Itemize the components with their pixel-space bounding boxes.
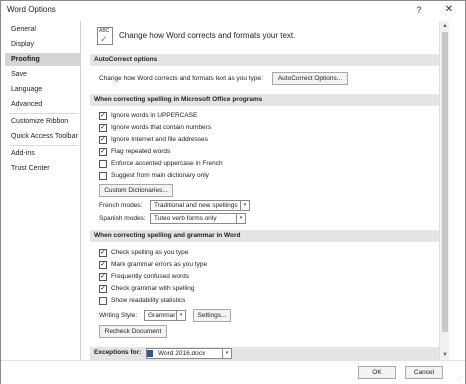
dialog-footer: OK Cancel ⋰: [1, 360, 465, 384]
checkbox[interactable]: ✓: [99, 249, 107, 257]
exceptions-label: Exceptions for:: [94, 349, 142, 356]
writing-style-value: Grammar: [148, 312, 176, 319]
custom-dictionaries-button[interactable]: Custom Dictionaries...: [99, 184, 173, 197]
scroll-up-icon[interactable]: ▲: [440, 21, 450, 31]
spanish-modes-value: Tuteo verb forms only: [154, 215, 217, 222]
sidebar-item-general[interactable]: General: [5, 23, 81, 36]
vertical-scrollbar[interactable]: ▲ ▼: [439, 21, 449, 360]
section-exceptions: Exceptions for:: [90, 347, 439, 360]
close-button[interactable]: ✕: [441, 3, 457, 17]
checkbox[interactable]: [99, 297, 107, 305]
option-label: Ignore Internet and file addresses: [111, 136, 208, 143]
ok-button[interactable]: OK: [358, 366, 396, 379]
section-office-spelling: When correcting spelling in Microsoft Of…: [90, 94, 439, 106]
resize-grip-icon[interactable]: ⋰: [457, 375, 463, 382]
window-title: Word Options: [7, 5, 56, 14]
sidebar-divider: [9, 145, 77, 146]
title-bar: Word Options ? ✕: [1, 1, 465, 19]
section-autocorrect-options: AutoCorrect options: [90, 54, 439, 66]
autocorrect-options-button[interactable]: AutoCorrect Options...: [272, 72, 348, 85]
settings-button[interactable]: Settings...: [193, 309, 231, 322]
check-icon: ✓: [100, 34, 108, 44]
option-label: Mark grammar errors as you type: [111, 261, 208, 268]
spanish-modes-label: Spanish modes:: [99, 215, 146, 222]
word-options-dialog: Word Options ? ✕ General Display Proofin…: [0, 0, 466, 384]
abc-check-icon: ABC ✓: [97, 27, 113, 45]
writing-style-select[interactable]: Grammar ▾: [144, 310, 186, 321]
sidebar-item-proofing[interactable]: Proofing: [5, 53, 81, 66]
option-label: Check spelling as you type: [111, 249, 189, 256]
checkbox[interactable]: [99, 160, 107, 168]
checkbox[interactable]: ✓: [99, 148, 107, 156]
sidebar-item-quick-access-toolbar[interactable]: Quick Access Toolbar: [5, 130, 81, 143]
chevron-down-icon: ▾: [222, 349, 231, 358]
french-modes-label: French modes:: [99, 202, 143, 209]
sidebar-item-display[interactable]: Display: [5, 38, 81, 51]
option-label: Frequently confused words: [111, 273, 190, 280]
checkbox[interactable]: ✓: [99, 112, 107, 120]
sidebar: General Display Proofing Save Language A…: [5, 21, 81, 360]
exceptions-value: Word 2016.docx: [158, 350, 206, 357]
word-document-icon: [147, 350, 153, 357]
chevron-down-icon: ▾: [176, 311, 185, 320]
section-word-spelling-grammar: When correcting spelling and grammar in …: [90, 230, 439, 242]
cancel-button[interactable]: Cancel: [405, 366, 443, 379]
checkbox[interactable]: [99, 172, 107, 180]
recheck-document-button[interactable]: Recheck Document: [99, 325, 167, 338]
proofing-panel: ABC ✓ Change how Word corrects and forma…: [84, 21, 439, 360]
option-label: Suggest from main dictionary only: [111, 172, 209, 179]
sidebar-item-save[interactable]: Save: [5, 68, 81, 81]
sidebar-divider: [9, 113, 77, 114]
french-modes-value: Traditional and new spellings: [154, 202, 238, 209]
panel-heading: Change how Word corrects and formats you…: [119, 31, 296, 40]
checkbox[interactable]: ✓: [99, 273, 107, 281]
chevron-down-icon: ▾: [240, 201, 249, 210]
option-label: Show readability statistics: [111, 297, 186, 304]
checkbox[interactable]: ✓: [99, 261, 107, 269]
option-label: Flag repeated words: [111, 148, 171, 155]
scroll-thumb[interactable]: [442, 32, 448, 332]
sidebar-item-add-ins[interactable]: Add-ins: [5, 147, 81, 160]
french-modes-select[interactable]: Traditional and new spellings ▾: [150, 200, 250, 211]
writing-style-label: Writing Style:: [99, 312, 138, 319]
checkbox[interactable]: ✓: [99, 285, 107, 293]
option-label: Check grammar with spelling: [111, 285, 195, 292]
scroll-down-icon[interactable]: ▼: [440, 350, 450, 360]
sidebar-item-advanced[interactable]: Advanced: [5, 98, 81, 111]
sidebar-item-customize-ribbon[interactable]: Customize Ribbon: [5, 115, 81, 128]
chevron-down-icon: ▾: [236, 214, 245, 223]
checkbox[interactable]: ✓: [99, 124, 107, 132]
option-label: Ignore words in UPPERCASE: [111, 112, 198, 119]
option-label: Ignore words that contain numbers: [111, 124, 212, 131]
option-label: Enforce accented uppercase in French: [111, 160, 223, 167]
exceptions-select[interactable]: Word 2016.docx ▾: [146, 348, 232, 359]
checkbox[interactable]: ✓: [99, 136, 107, 144]
autocorrect-description: Change how Word corrects and formats tex…: [99, 75, 263, 82]
sidebar-item-language[interactable]: Language: [5, 83, 81, 96]
sidebar-item-trust-center[interactable]: Trust Center: [5, 162, 81, 175]
spanish-modes-select[interactable]: Tuteo verb forms only ▾: [150, 213, 246, 224]
help-button[interactable]: ?: [411, 3, 427, 17]
